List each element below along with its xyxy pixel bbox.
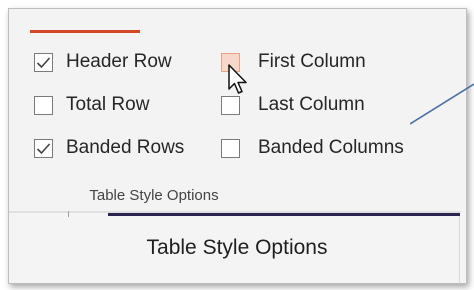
option-label: Banded Columns — [258, 137, 404, 158]
option-total-row[interactable]: Total Row — [34, 91, 149, 119]
option-label: Last Column — [258, 94, 365, 115]
checkbox[interactable] — [221, 138, 240, 158]
checkbox[interactable] — [34, 95, 53, 115]
underline — [108, 213, 460, 216]
callout-pointer-line — [410, 83, 474, 125]
option-label: First Column — [258, 51, 366, 72]
checkmark-icon — [36, 56, 51, 68]
mouse-pointer-icon — [228, 64, 247, 94]
active-tab-indicator — [30, 30, 140, 33]
tick-mark — [68, 211, 69, 217]
checkbox[interactable] — [34, 138, 53, 158]
option-header-row[interactable]: Header Row — [34, 48, 172, 76]
caption: Table Style Options — [146, 236, 328, 259]
option-banded-columns[interactable]: Banded Columns — [221, 134, 404, 162]
option-label: Header Row — [66, 51, 172, 72]
option-label: Banded Rows — [66, 137, 185, 158]
checkbox[interactable] — [221, 95, 240, 115]
checkbox[interactable] — [34, 52, 53, 72]
option-banded-rows[interactable]: Banded Rows — [34, 134, 184, 162]
group-title: Table Style Options — [89, 187, 219, 204]
checkmark-icon — [36, 142, 51, 154]
option-label: Total Row — [66, 94, 150, 115]
